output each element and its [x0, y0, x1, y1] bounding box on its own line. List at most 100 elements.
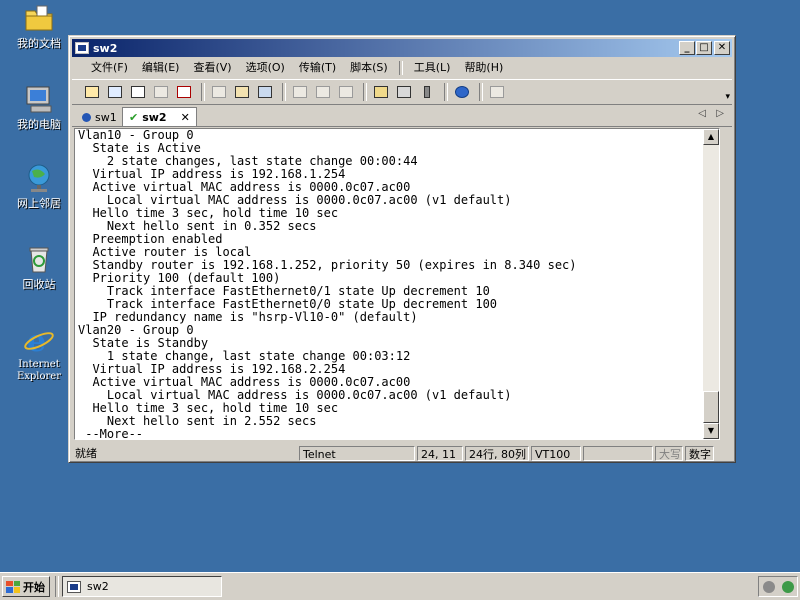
paste-icon[interactable]	[232, 83, 252, 101]
desktop-icon-label-line1: Internet	[18, 359, 60, 370]
print-selection-icon[interactable]	[313, 83, 333, 101]
maximize-button[interactable]: □	[696, 41, 712, 55]
recycle-bin-icon	[23, 243, 55, 275]
network-places-icon	[23, 162, 55, 194]
terminal-line: Next hello sent in 0.352 secs	[78, 219, 317, 233]
tab-scroll-right-icon[interactable]: ▷	[716, 108, 724, 119]
tab-scroll-left-icon[interactable]: ◁	[698, 108, 706, 119]
scroll-up-button[interactable]: ▲	[703, 129, 719, 145]
tray-network-icon[interactable]	[781, 580, 794, 593]
screen-icon[interactable]	[487, 83, 507, 101]
desktop-icon-my-computer[interactable]: 我的电脑	[6, 83, 72, 131]
terminal-line: Track interface FastEthernet0/1 state Up…	[78, 284, 490, 298]
toolbar-overflow-icon[interactable]: ▾	[725, 92, 730, 102]
terminal-area[interactable]: Vlan10 - Group 0 State is Active 2 state…	[74, 128, 720, 440]
desktop-icon-label: 我的文档	[17, 37, 61, 50]
window-title: sw2	[93, 41, 118, 55]
print-icon[interactable]	[290, 83, 310, 101]
terminal-line: Hello time 3 sec, hold time 10 sec	[78, 401, 339, 415]
terminal-line: Next hello sent in 2.552 secs	[78, 414, 317, 428]
tab-label: sw2	[142, 110, 167, 124]
app-window-icon	[75, 42, 89, 54]
scroll-thumb[interactable]	[703, 391, 719, 423]
close-button[interactable]: ✕	[714, 41, 730, 55]
taskbar: 开始 sw2	[0, 572, 800, 600]
terminal-line: --More--	[78, 427, 144, 440]
connect-in-tab-icon[interactable]	[128, 83, 148, 101]
key-icon[interactable]	[417, 83, 437, 101]
connected-check-icon: ✔	[129, 110, 139, 124]
disconnect-icon[interactable]	[174, 83, 194, 101]
terminal-line: State is Active	[78, 141, 201, 155]
menu-separator	[398, 61, 403, 75]
system-tray	[758, 576, 798, 597]
internet-explorer-icon: e	[23, 324, 55, 359]
desktop-icon-recycle-bin[interactable]: 回收站	[6, 243, 72, 291]
window-titlebar[interactable]: sw2 _ □ ✕	[72, 39, 732, 57]
terminal-line: IP redundancy name is "hsrp-Vl10-0" (def…	[78, 310, 418, 324]
desktop-icon-label-line2: Explorer	[16, 371, 62, 382]
desktop-icon-network-places[interactable]: 网上邻居	[6, 162, 72, 210]
reconnect-icon[interactable]	[151, 83, 171, 101]
help-icon[interactable]	[452, 83, 472, 101]
app-window-icon	[67, 580, 81, 593]
terminal-line: Vlan10 - Group 0	[78, 128, 194, 142]
menu-script[interactable]: 脚本(S)	[343, 59, 395, 77]
taskbar-separator	[55, 576, 59, 597]
terminal-line: Active virtual MAC address is 0000.0c07.…	[78, 180, 411, 194]
status-ready: 就绪	[75, 447, 97, 460]
terminal-line: 1 state change, last state change 00:03:…	[78, 349, 411, 363]
toolbar-separator	[363, 83, 367, 101]
desktop-icon-my-documents[interactable]: 我的文档	[6, 2, 72, 50]
vertical-scrollbar[interactable]: ▲ ▼	[703, 129, 719, 439]
my-documents-icon	[23, 2, 55, 34]
menu-view[interactable]: 查看(V)	[186, 59, 238, 77]
desktop-icon-label: 我的电脑	[17, 118, 61, 131]
tray-speaker-icon[interactable]	[762, 580, 775, 593]
terminal-line: State is Standby	[78, 336, 209, 350]
terminal-line: Track interface FastEthernet0/0 state Up…	[78, 297, 498, 311]
copy-icon[interactable]	[209, 83, 229, 101]
menu-help[interactable]: 帮助(H)	[457, 59, 510, 77]
toolbar-separator	[444, 83, 448, 101]
start-button[interactable]: 开始	[2, 576, 50, 597]
terminal-line: Active virtual MAC address is 0000.0c07.…	[78, 375, 411, 389]
menu-options[interactable]: 选项(O)	[239, 59, 292, 77]
toolbar: ▾	[72, 79, 732, 105]
desktop-icon-internet-explorer[interactable]: e Internet Explorer	[6, 324, 72, 383]
connect-icon[interactable]	[82, 83, 102, 101]
toolbar-separator	[479, 83, 483, 101]
status-caps-lock: 大写	[655, 446, 683, 461]
desktop-icon-label: 回收站	[22, 278, 56, 291]
status-terminal-size: 24行, 80列	[465, 446, 529, 461]
terminal-line: Standby router is 192.168.1.252, priorit…	[78, 258, 577, 272]
terminal-line: Priority 100 (default 100)	[78, 271, 281, 285]
quick-connect-icon[interactable]	[105, 83, 125, 101]
find-icon[interactable]	[255, 83, 275, 101]
taskbar-button-label: sw2	[87, 580, 109, 593]
minimize-button[interactable]: _	[679, 41, 695, 55]
windows-flag-icon	[6, 580, 20, 593]
toolbar-separator	[201, 83, 205, 101]
tab-sw2[interactable]: ✔ sw2 ✕	[122, 107, 197, 126]
terminal-line: Preemption enabled	[78, 232, 223, 246]
tab-close-icon[interactable]: ✕	[181, 111, 190, 124]
scroll-down-button[interactable]: ▼	[703, 423, 719, 439]
menu-file[interactable]: 文件(F)	[84, 59, 135, 77]
my-computer-icon	[23, 83, 55, 115]
menu-edit[interactable]: 编辑(E)	[135, 59, 187, 77]
menu-tools[interactable]: 工具(L)	[407, 59, 458, 77]
tab-label: sw1	[95, 110, 117, 124]
menu-transfer[interactable]: 传输(T)	[292, 59, 343, 77]
terminal-line: Virtual IP address is 192.168.1.254	[78, 167, 346, 181]
status-num-lock: 数字	[685, 446, 714, 461]
session-options-icon[interactable]	[371, 83, 391, 101]
terminal-output: Vlan10 - Group 0 State is Active 2 state…	[78, 128, 577, 440]
terminal-line: Virtual IP address is 192.168.2.254	[78, 362, 346, 376]
tab-sw1[interactable]: sw1	[76, 108, 123, 126]
print-screen-icon[interactable]	[336, 83, 356, 101]
taskbar-button-sw2[interactable]: sw2	[62, 576, 222, 597]
terminal-line: 2 state changes, last state change 00:00…	[78, 154, 418, 168]
status-blank	[583, 446, 653, 461]
global-options-icon[interactable]	[394, 83, 414, 101]
